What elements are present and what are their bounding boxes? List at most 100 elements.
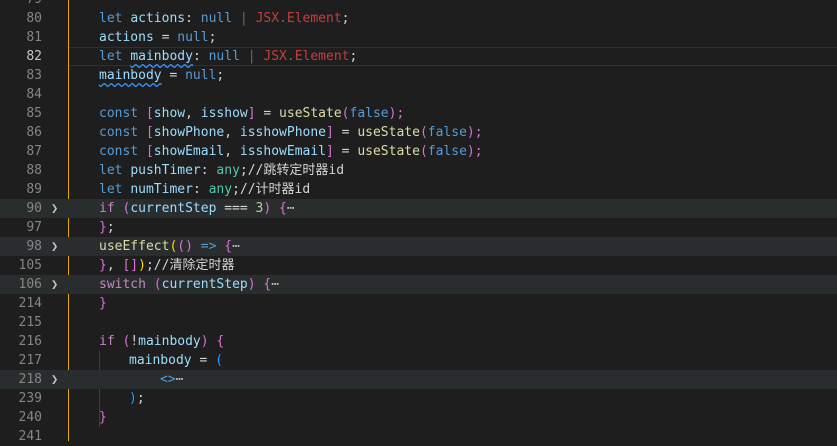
token: |: [239, 49, 264, 64]
token: let: [99, 182, 131, 197]
code-text[interactable]: const [showEmail, isshowEmail] = useStat…: [99, 142, 483, 161]
token: currentStep: [161, 277, 248, 292]
code-line[interactable]: 82 let mainbody: null | JSX.Element;: [0, 47, 837, 66]
code-text[interactable]: switch (currentStep) {⋯: [99, 275, 279, 294]
code-text[interactable]: }: [99, 294, 107, 313]
code-line[interactable]: 241: [0, 427, 837, 446]
code-text[interactable]: mainbody = null;: [99, 66, 224, 85]
folded-ellipsis[interactable]: ⋯: [287, 201, 295, 216]
chevron-right-icon[interactable]: ❯: [51, 237, 63, 256]
code-line[interactable]: 85 const [show, isshow] = useState(false…: [0, 104, 837, 123]
folded-ellipsis[interactable]: ⋯: [176, 372, 184, 387]
code-text[interactable]: if (currentStep === 3) {⋯: [99, 199, 295, 218]
token: JSX: [263, 49, 287, 64]
code-line[interactable]: 105 }, []);//清除定时器: [0, 256, 837, 275]
token: mainbody: [99, 68, 162, 83]
line-number: 105: [18, 258, 42, 273]
code-line[interactable]: 215: [0, 313, 837, 332]
folded-ellipsis[interactable]: ⋯: [271, 277, 279, 292]
code-text[interactable]: }, []);//清除定时器: [99, 256, 234, 275]
token: :: [200, 163, 217, 178]
token: ;//跳转定时器id: [239, 163, 345, 178]
code-text[interactable]: );: [129, 389, 145, 408]
token: ;: [341, 11, 350, 26]
code-text[interactable]: let actions: null | JSX.Element;: [99, 9, 350, 28]
code-text[interactable]: };: [99, 218, 115, 237]
code-line[interactable]: 97 };: [0, 218, 837, 237]
token: );: [466, 125, 483, 140]
line-number: 85: [26, 106, 42, 121]
code-text[interactable]: <>⋯: [160, 370, 183, 389]
code-text[interactable]: }: [99, 408, 107, 427]
code-line[interactable]: 239 );: [0, 389, 837, 408]
token: =>: [192, 239, 225, 254]
code-line[interactable]: 86 const [showPhone, isshowPhone] = useS…: [0, 123, 837, 142]
token: ]: [247, 106, 256, 121]
code-line[interactable]: 87 const [showEmail, isshowEmail] = useS…: [0, 142, 837, 161]
code-line[interactable]: 84: [0, 85, 837, 104]
token: false: [427, 144, 467, 159]
token: (: [419, 144, 428, 159]
token: currentStep: [130, 201, 217, 216]
line-number: 217: [18, 353, 42, 368]
chevron-right-icon[interactable]: ❯: [51, 275, 63, 294]
token: ): [129, 391, 137, 406]
code-text[interactable]: actions = null;: [99, 28, 216, 47]
token: ,: [185, 106, 201, 121]
code-line-folded[interactable]: 98 ❯ useEffect(() => {⋯: [0, 237, 837, 256]
token: isshowPhone: [239, 125, 326, 140]
code-text[interactable]: let mainbody: null | JSX.Element;: [99, 47, 357, 66]
token: useEffect: [99, 239, 170, 254]
code-line[interactable]: 79: [0, 0, 837, 9]
code-text[interactable]: const [show, isshow] = useState(false);: [99, 104, 404, 123]
code-text[interactable]: let pushTimer: any;//跳转定时器id: [99, 161, 344, 180]
token: null: [185, 68, 217, 83]
token: const: [99, 125, 146, 140]
token: ;: [349, 49, 358, 64]
code-editor[interactable]: 79 80 let actions: null | JSX.Element; 8…: [0, 0, 837, 444]
code-text[interactable]: mainbody = (: [129, 351, 223, 370]
token: {: [208, 334, 225, 349]
code-line-folded[interactable]: 106 ❯ switch (currentStep) {⋯: [0, 275, 837, 294]
token: ,: [224, 125, 240, 140]
line-number: 215: [18, 315, 42, 330]
token: [: [145, 144, 154, 159]
token: <>: [160, 372, 176, 387]
chevron-right-icon[interactable]: ❯: [51, 370, 63, 389]
token: }: [99, 410, 107, 425]
line-number: 239: [18, 391, 42, 406]
token: [: [145, 106, 154, 121]
token: const: [99, 106, 146, 121]
line-number: 106: [18, 277, 42, 292]
code-text[interactable]: let numTimer: any;//计时器id: [99, 180, 310, 199]
token: ): [138, 258, 146, 273]
code-line-folded[interactable]: 218 ❯ <>⋯: [0, 370, 837, 389]
token: any: [208, 182, 233, 197]
token: }: [99, 296, 107, 311]
chevron-right-icon[interactable]: ❯: [51, 199, 63, 218]
code-line[interactable]: 214 }: [0, 294, 837, 313]
code-line-folded[interactable]: 90 ❯ if (currentStep === 3) {⋯: [0, 199, 837, 218]
line-number: 87: [26, 144, 42, 159]
code-line[interactable]: 88 let pushTimer: any;//跳转定时器id: [0, 161, 837, 180]
code-line[interactable]: 83 mainbody = null;: [0, 66, 837, 85]
line-number: 80: [26, 11, 42, 26]
line-number: 241: [18, 429, 42, 444]
code-text[interactable]: const [showPhone, isshowPhone] = useStat…: [99, 123, 483, 142]
code-line[interactable]: 240 }: [0, 408, 837, 427]
token: null: [200, 11, 233, 26]
code-line[interactable]: 216 if (!mainbody) {: [0, 332, 837, 351]
token: ,: [224, 144, 240, 159]
token: Element: [294, 49, 350, 64]
code-line[interactable]: 81 actions = null;: [0, 28, 837, 47]
code-line[interactable]: 89 let numTimer: any;//计时器id: [0, 180, 837, 199]
folded-ellipsis[interactable]: ⋯: [232, 239, 240, 254]
line-number: 218: [18, 372, 42, 387]
code-line[interactable]: 217 mainbody = (: [0, 351, 837, 370]
code-text[interactable]: if (!mainbody) {: [99, 332, 224, 351]
code-text[interactable]: useEffect(() => {⋯: [99, 237, 240, 256]
token: .: [279, 11, 287, 26]
code-line[interactable]: 80 let actions: null | JSX.Element;: [0, 9, 837, 28]
token: :: [192, 182, 209, 197]
token: switch: [99, 277, 154, 292]
